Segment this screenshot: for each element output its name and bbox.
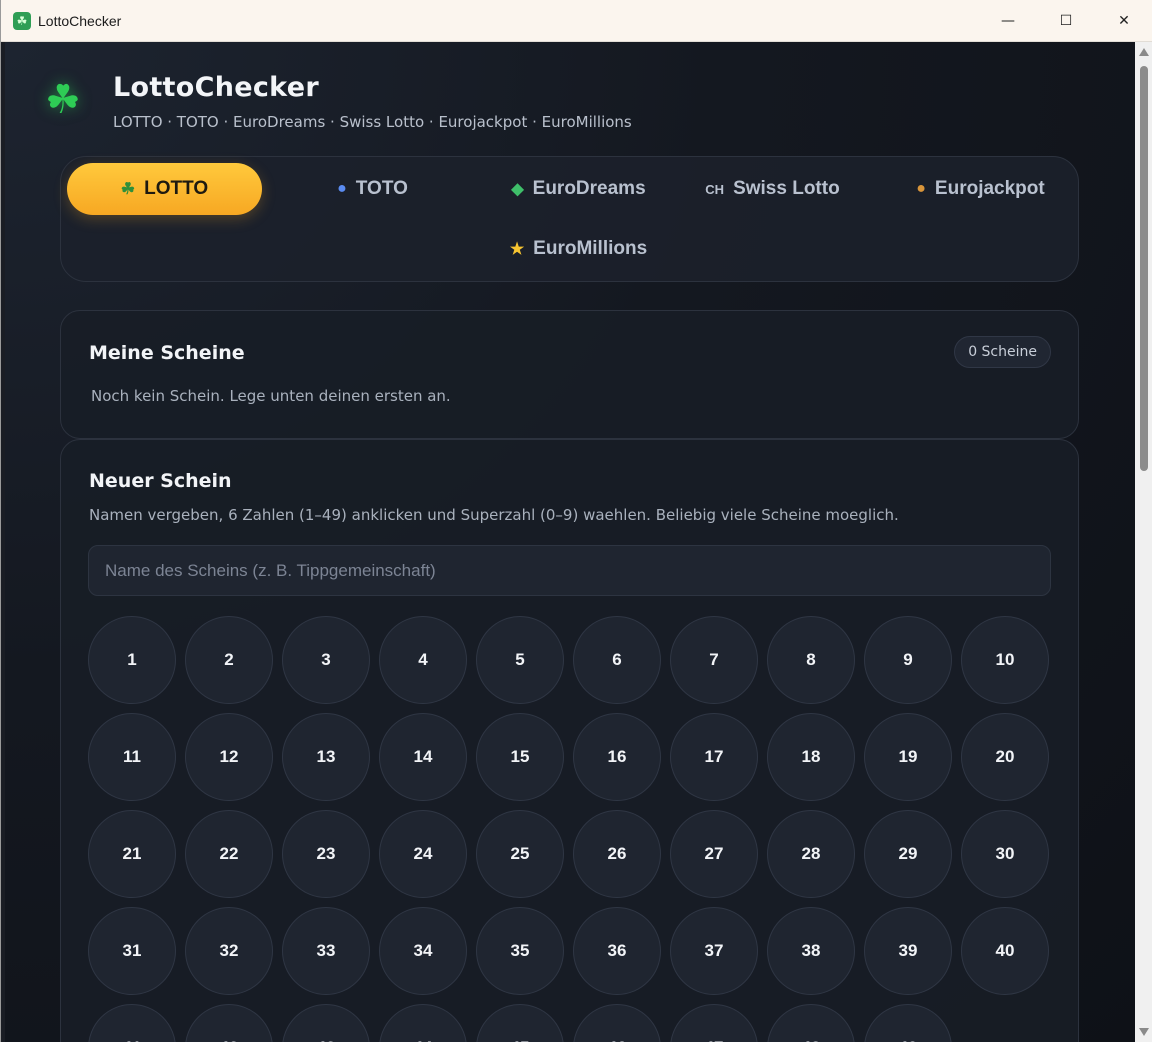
number-ball[interactable]: 46 [573,1004,661,1042]
number-ball[interactable]: 16 [573,713,661,801]
number-ball[interactable]: 25 [476,810,564,898]
app-window: ☘ LottoChecker — ☐ ✕ ☘ LottoChecker LOTT… [0,0,1152,1042]
number-ball[interactable]: 15 [476,713,564,801]
number-ball[interactable]: 12 [185,713,273,801]
number-ball[interactable]: 34 [379,907,467,995]
tab-lotto[interactable]: ☘ LOTTO [67,163,262,215]
number-ball[interactable]: 22 [185,810,273,898]
tab-eurojackpot[interactable]: ● Eurojackpot [883,163,1078,215]
saved-tickets-card: Meine Scheine 0 Scheine Noch kein Schein… [60,310,1079,439]
ticket-count-badge: 0 Scheine [954,336,1051,368]
scrollbar-thumb[interactable] [1140,66,1148,471]
empty-state-text: Noch kein Schein. Lege unten deinen erst… [91,387,451,405]
number-ball[interactable]: 27 [670,810,758,898]
number-ball[interactable]: 24 [379,810,467,898]
number-ball[interactable]: 38 [767,907,855,995]
ticket-name-input[interactable] [88,545,1051,596]
money-icon: ◆ [511,181,524,198]
window-title: LottoChecker [38,12,122,29]
swiss-flag-icon: CH [705,181,725,197]
close-button[interactable]: ✕ [1095,0,1152,42]
star-icon: ★ [509,241,525,258]
number-ball[interactable]: 23 [282,810,370,898]
app-subtitle: LOTTO · TOTO · EuroDreams · Swiss Lotto … [113,113,632,131]
number-ball[interactable]: 35 [476,907,564,995]
title-bar: ☘ LottoChecker — ☐ ✕ [1,0,1152,42]
number-ball[interactable]: 8 [767,616,855,704]
saved-tickets-title: Meine Scheine [89,342,245,364]
tab-eurodreams[interactable]: ◆ EuroDreams [481,163,676,215]
number-ball[interactable]: 39 [864,907,952,995]
number-ball[interactable]: 5 [476,616,564,704]
number-ball[interactable]: 45 [476,1004,564,1042]
new-ticket-instructions: Namen vergeben, 6 Zahlen (1–49) anklicke… [89,506,899,524]
number-ball[interactable]: 44 [379,1004,467,1042]
app-clover-icon: ☘ [13,11,31,30]
number-ball[interactable]: 37 [670,907,758,995]
tab-label: EuroDreams [532,178,646,199]
number-ball[interactable]: 21 [88,810,176,898]
vertical-scrollbar[interactable] [1135,42,1152,1042]
number-ball[interactable]: 13 [282,713,370,801]
number-ball[interactable]: 30 [961,810,1049,898]
number-ball[interactable]: 40 [961,907,1049,995]
number-ball[interactable]: 29 [864,810,952,898]
number-ball[interactable]: 28 [767,810,855,898]
number-ball[interactable]: 2 [185,616,273,704]
tab-toto[interactable]: ● TOTO [275,163,470,215]
tab-label: Swiss Lotto [733,178,840,199]
minimize-button[interactable]: — [979,0,1037,42]
number-ball[interactable]: 7 [670,616,758,704]
number-ball[interactable]: 26 [573,810,661,898]
tab-label: LOTTO [144,178,209,199]
new-ticket-card: Neuer Schein Namen vergeben, 6 Zahlen (1… [60,439,1079,1042]
number-ball[interactable]: 14 [379,713,467,801]
tab-euromillions[interactable]: ★ EuroMillions [481,223,676,275]
number-ball[interactable]: 17 [670,713,758,801]
money-bag-icon: ● [916,180,926,197]
scroll-down-arrow-icon[interactable] [1139,1028,1149,1036]
window-controls: — ☐ ✕ [979,0,1152,42]
game-tabs: ☘ LOTTO ● TOTO ◆ EuroDreams CH Swiss Lotto ● Euro… [60,156,1079,282]
scroll-up-arrow-icon[interactable] [1139,48,1149,56]
number-ball[interactable]: 1 [88,616,176,704]
maximize-button[interactable]: ☐ [1037,0,1095,42]
tab-label: Eurojackpot [934,178,1045,199]
number-ball[interactable]: 9 [864,616,952,704]
tab-label: EuroMillions [533,238,648,259]
number-ball[interactable]: 3 [282,616,370,704]
main-content: ☘ LottoChecker LOTTO · TOTO · EuroDreams… [5,42,1135,1042]
tab-swiss-lotto[interactable]: CH Swiss Lotto [675,163,870,215]
number-ball[interactable]: 6 [573,616,661,704]
tab-label: TOTO [355,178,408,199]
number-ball[interactable]: 10 [961,616,1049,704]
number-ball[interactable]: 31 [88,907,176,995]
app-title: LottoChecker [113,72,319,103]
number-ball[interactable]: 4 [379,616,467,704]
number-ball[interactable]: 32 [185,907,273,995]
number-ball[interactable]: 11 [88,713,176,801]
number-ball[interactable]: 33 [282,907,370,995]
number-ball[interactable]: 49 [864,1004,952,1042]
number-ball[interactable]: 41 [88,1004,176,1042]
number-ball[interactable]: 18 [767,713,855,801]
number-ball[interactable]: 48 [767,1004,855,1042]
number-ball[interactable]: 43 [282,1004,370,1042]
new-ticket-title: Neuer Schein [89,470,232,492]
number-ball[interactable]: 36 [573,907,661,995]
number-ball[interactable]: 42 [185,1004,273,1042]
number-ball[interactable]: 19 [864,713,952,801]
clover-icon: ☘ [120,181,136,198]
number-ball[interactable]: 20 [961,713,1049,801]
clover-icon: ☘ [45,77,81,123]
number-ball[interactable]: 47 [670,1004,758,1042]
globe-icon: ● [337,180,347,197]
